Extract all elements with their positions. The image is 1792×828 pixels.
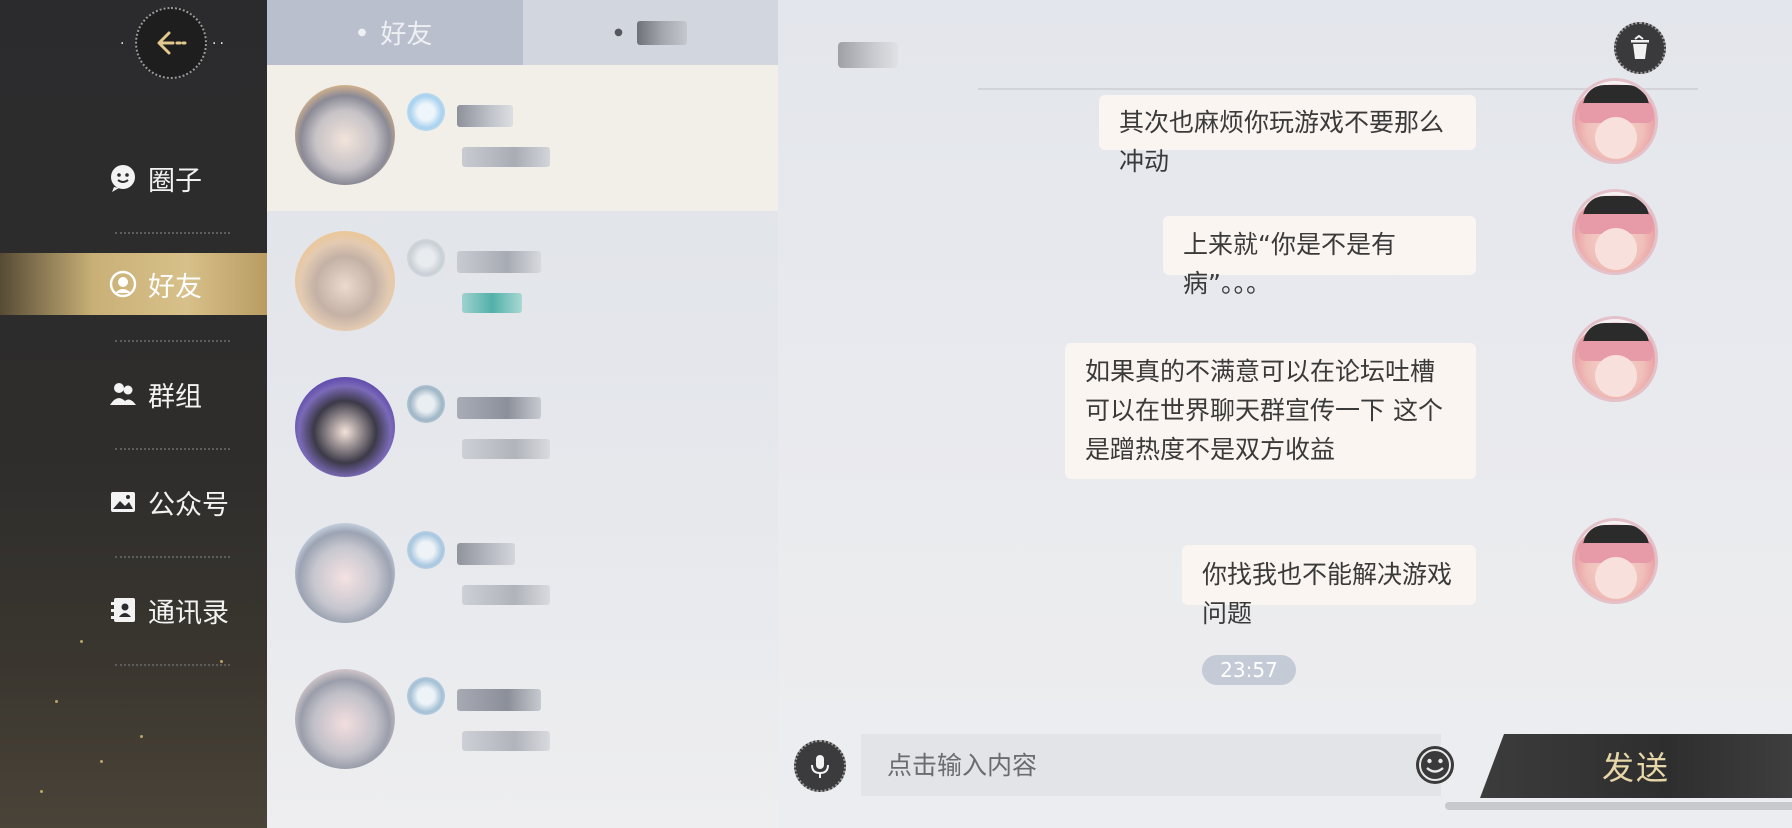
friend-avatar [295,669,395,769]
send-button[interactable]: 发送 [1480,734,1792,798]
status-icon [407,239,445,277]
message-bubble[interactable]: 上来就“你是不是有病”。。。 [1163,216,1476,298]
friend-list-item[interactable] [267,65,778,211]
nav-divider [115,556,230,558]
friend-avatar [295,523,395,623]
nav-item-label: 通讯录 [148,597,229,629]
nav-item-circle[interactable]: 圈子 [0,147,267,209]
nav-item-label: 圈子 [148,165,202,197]
friend-avatar [295,231,395,331]
friend-avatar [295,85,395,185]
nav-item-label: 公众号 [148,489,229,521]
message-input[interactable] [861,734,1441,796]
status-icon [407,677,445,715]
nav-divider [115,340,230,342]
my-avatar [1572,78,1658,164]
friend-avatar [295,377,395,477]
nav-divider [115,664,230,666]
message-bubble[interactable]: 你找我也不能解决游戏问题 [1182,545,1476,628]
status-icon [407,531,445,569]
message-timestamp: 23:57 [1202,655,1296,685]
friend-name-pixelated [457,689,541,711]
gold-sparkle [55,700,58,703]
nav-item-contacts[interactable]: 通讯录 [0,579,267,641]
microphone-icon [811,755,829,778]
friend-status-pixelated [462,585,550,605]
arrow-left-icon [157,31,187,55]
image-gallery-icon [108,487,138,517]
message-bubble[interactable]: 如果真的不满意可以在论坛吐槽 可以在世界聊天群宣传一下 这个是蹭热度不是双方收益 [1065,343,1476,479]
my-avatar [1572,189,1658,275]
decor-dots-right: ·· [212,36,227,52]
friend-list-item[interactable] [267,649,778,795]
friend-list-panel: ● 好友 ● [267,0,778,828]
status-icon [407,385,445,423]
friend-status-pixelated [462,293,522,313]
nav-item-groups[interactable]: 群组 [0,363,267,425]
nav-item-label: 好友 [148,271,202,303]
friend-list-item[interactable] [267,357,778,503]
chat-contact-name-pixelated [838,42,898,68]
gold-sparkle [220,660,223,663]
gold-sparkle [40,790,43,793]
my-avatar [1572,316,1658,402]
side-navigation: · ·· 圈子 好友 群组 公众号 通讯录 [0,0,267,828]
friend-name-pixelated [457,105,513,127]
friend-face-icon [108,269,138,299]
nav-item-friends[interactable]: 好友 [0,253,267,315]
voice-input-button[interactable] [794,740,846,792]
group-people-icon [108,379,138,409]
contact-book-icon [108,595,138,625]
tab-dot: ● [614,27,623,38]
friend-status-pixelated [462,147,550,167]
tab-label: 好友 [380,20,433,50]
friend-list-item[interactable] [267,503,778,649]
send-button-label: 发送 [1601,749,1670,787]
friend-name-pixelated [457,251,541,273]
gold-sparkle [80,640,83,643]
clear-chat-button[interactable] [1614,22,1666,74]
nav-item-label: 群组 [148,381,202,413]
friend-status-pixelated [462,439,550,459]
gold-sparkle [140,735,143,738]
tab-friends[interactable]: ● 好友 [267,0,523,65]
tab-label-pixelated [636,20,687,45]
tab-other[interactable]: ● [523,0,778,65]
friend-name-pixelated [457,543,515,565]
emoji-button[interactable] [1414,744,1456,786]
avatar-face [1595,355,1637,397]
my-avatar [1572,518,1658,604]
tab-dot: ● [357,27,367,38]
friend-list-tabs: ● 好友 ● [267,0,778,65]
nav-divider [115,232,230,234]
nav-divider [115,448,230,450]
avatar-face [1595,557,1637,599]
friend-name-pixelated [457,397,541,419]
emoji-icon [1416,746,1454,784]
decor-dots-left: · [120,36,128,52]
nav-item-official-accounts[interactable]: 公众号 [0,471,267,533]
home-indicator [1445,802,1792,810]
gold-sparkle [100,760,103,763]
trash-icon [1631,35,1649,59]
friend-status-pixelated [462,731,550,751]
chat-panel: 其次也麻烦你玩游戏不要那么冲动 上来就“你是不是有病”。。。 如果真的不满意可以… [778,0,1792,828]
smiley-bubble-icon [108,163,138,193]
message-bubble[interactable]: 其次也麻烦你玩游戏不要那么冲动 [1099,95,1476,176]
status-icon [407,93,445,131]
avatar-face [1595,228,1637,270]
avatar-face [1595,117,1637,159]
back-button[interactable] [135,7,207,79]
friend-list-item[interactable] [267,211,778,357]
